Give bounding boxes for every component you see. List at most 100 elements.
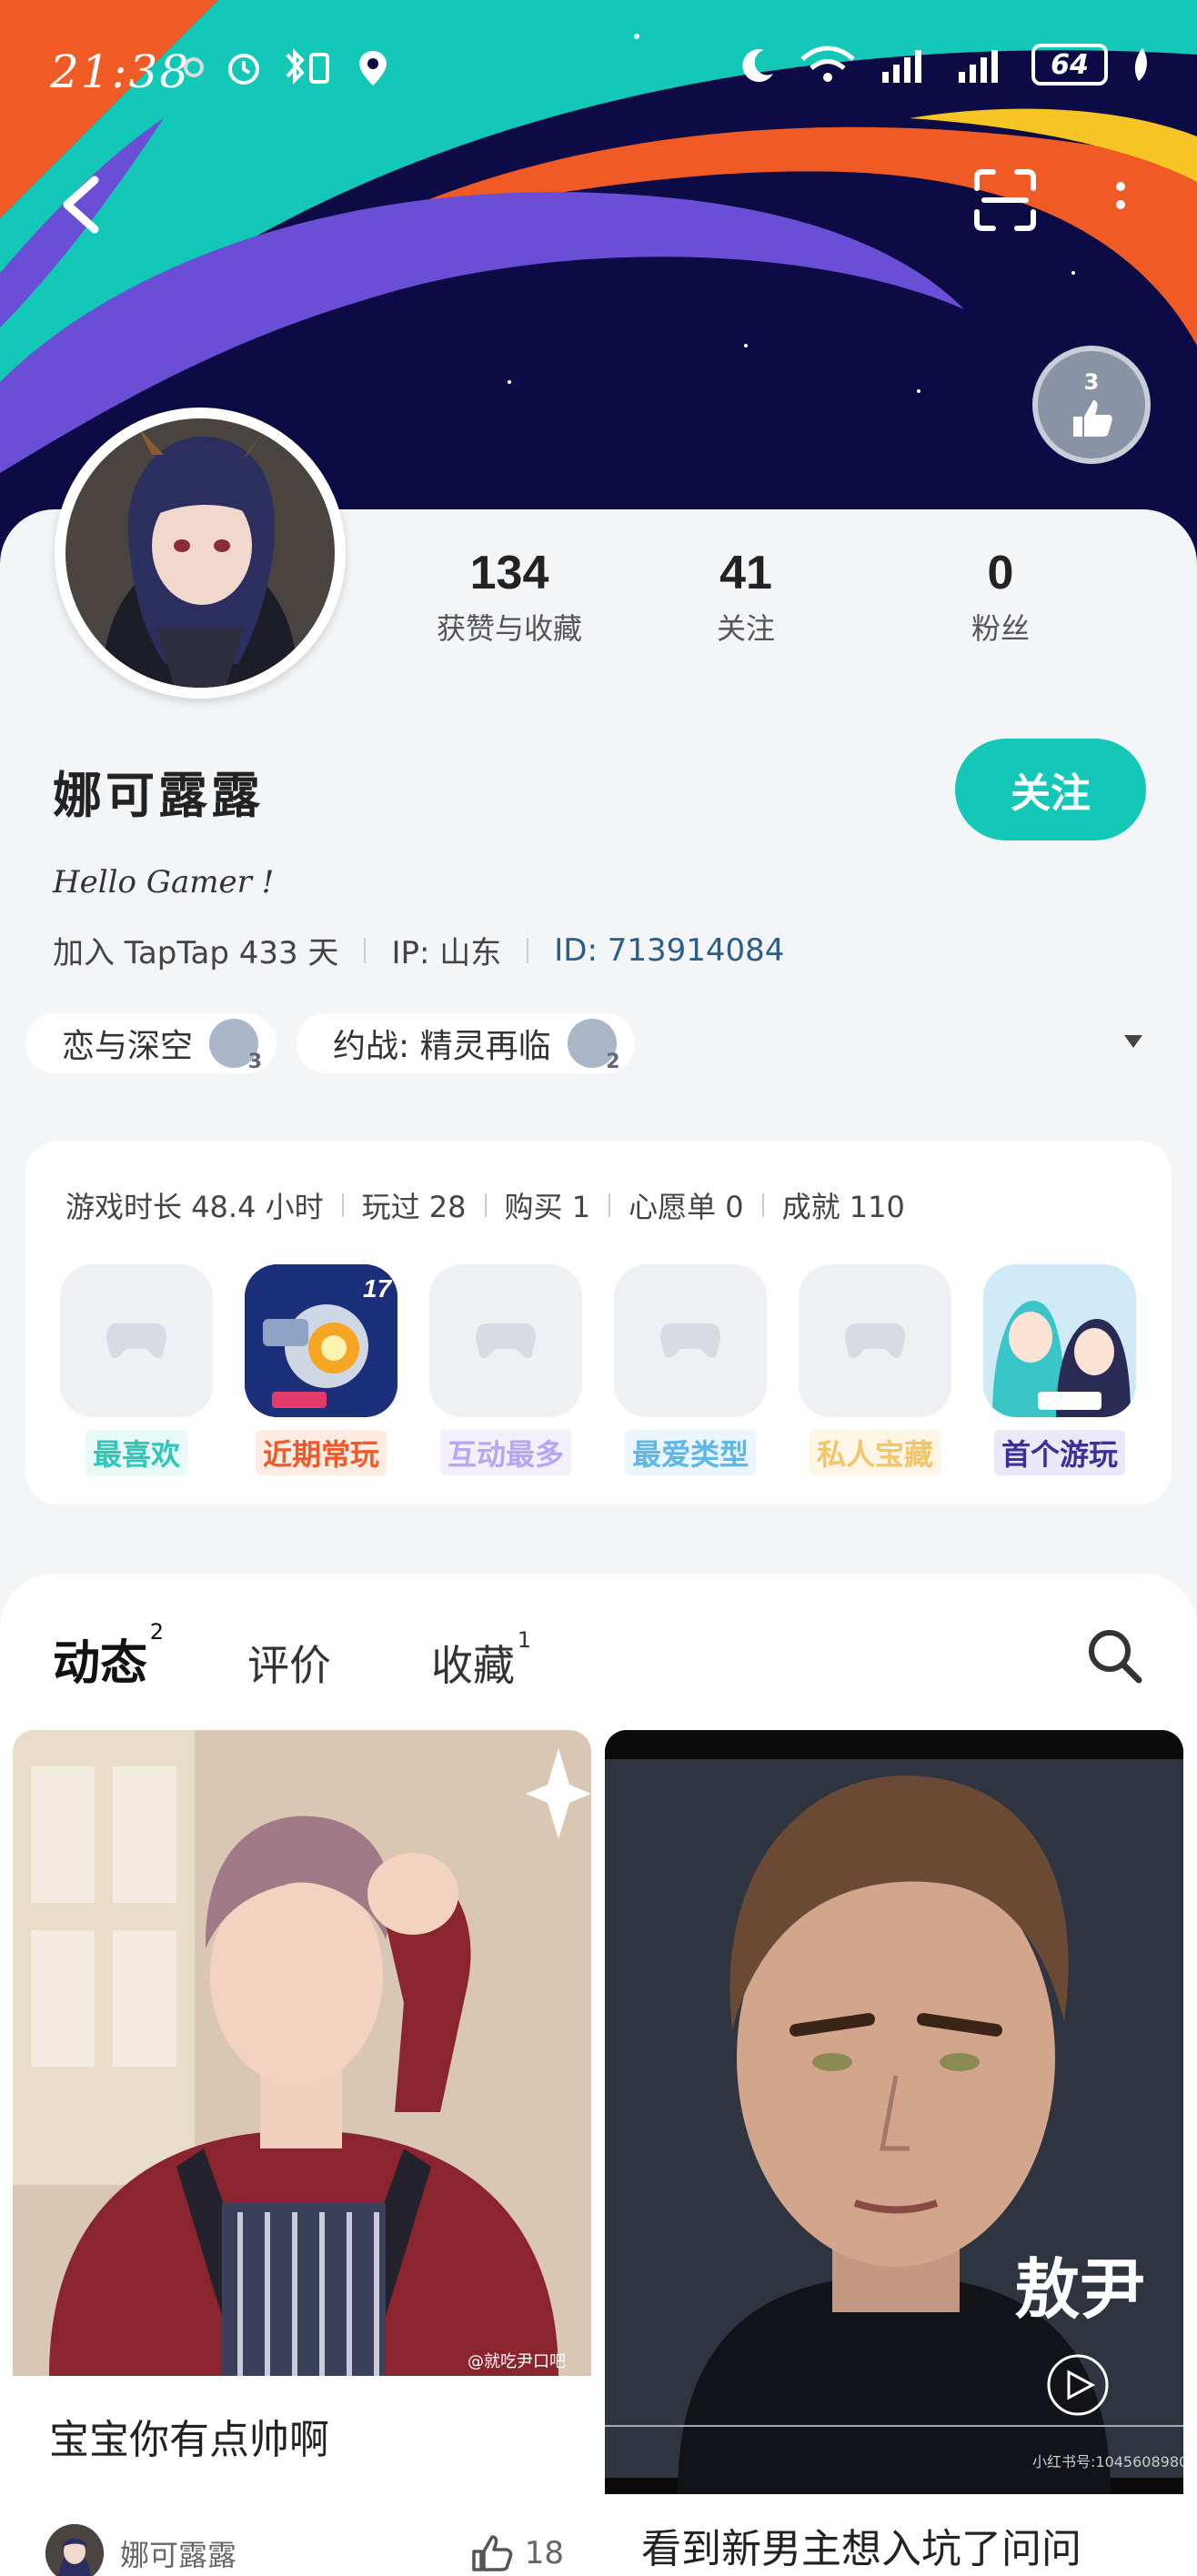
game-stats-row: 游戏时长 48.4 小时 玩过 28 购买 1 心愿单 0 成就 110 bbox=[65, 1184, 905, 1226]
post-watermark: @就吃尹口吧 bbox=[468, 2352, 566, 2371]
game-slot-recent[interactable]: 17 近期常玩 bbox=[245, 1264, 397, 1475]
tab-label: 评价 bbox=[247, 1641, 332, 1690]
wishlist-count: 心愿单 0 bbox=[629, 1190, 744, 1224]
tab-label: 收藏 bbox=[431, 1641, 516, 1690]
svg-text:17: 17 bbox=[363, 1274, 393, 1303]
stat-value: 134 bbox=[469, 547, 549, 599]
back-arrow-icon[interactable] bbox=[55, 173, 109, 236]
game-slot-label: 近期常玩 bbox=[255, 1430, 387, 1475]
feed-tabs: 动态 2 评价 收藏 1 bbox=[53, 1619, 531, 1706]
more-vertical-icon[interactable] bbox=[1110, 177, 1132, 232]
signal-icon bbox=[882, 50, 921, 83]
played-count: 玩过 28 bbox=[361, 1190, 467, 1224]
game-chip[interactable]: 约战: 精灵再临 2 bbox=[297, 1013, 635, 1073]
chip-level: 2 bbox=[606, 1051, 620, 1073]
gamepad-icon bbox=[476, 1323, 536, 1358]
game-cover-first bbox=[983, 1264, 1136, 1417]
gamepad-icon bbox=[660, 1323, 720, 1358]
author-avatar-image bbox=[45, 2524, 104, 2576]
purchased-count: 购买 1 bbox=[504, 1190, 591, 1224]
status-bar: 21:38 64 bbox=[0, 0, 1197, 136]
post-image-art: @就吃尹口吧 bbox=[13, 1730, 591, 2376]
tab-label: 动态 bbox=[53, 1636, 148, 1691]
tab-posts[interactable]: 动态 2 bbox=[53, 1619, 164, 1706]
post-overlay-text: 敖尹 bbox=[1014, 2250, 1145, 2328]
tab-reviews[interactable]: 评价 bbox=[247, 1633, 331, 1693]
stat-label: 粉丝 bbox=[971, 611, 1030, 646]
user-id[interactable]: ID: 713914084 bbox=[554, 932, 784, 969]
gear-icon bbox=[184, 57, 204, 77]
tap-level-icon: 3 bbox=[209, 1019, 262, 1073]
game-slot-label: 首个游玩 bbox=[993, 1430, 1125, 1475]
playtime: 游戏时长 48.4 小时 bbox=[65, 1190, 324, 1224]
game-slot-genre[interactable]: 最爱类型 bbox=[614, 1264, 767, 1475]
like-button[interactable]: 18 bbox=[470, 2533, 564, 2573]
leaf-icon bbox=[1134, 48, 1147, 81]
search-icon[interactable] bbox=[1082, 1624, 1146, 1687]
stat-followers[interactable]: 0 粉丝 bbox=[873, 546, 1128, 648]
post-footer: 娜可露露 18 bbox=[45, 2512, 564, 2576]
game-slot-label: 最爱类型 bbox=[624, 1430, 756, 1475]
profile-page: 21:38 64 3 134 获赞与收藏 41 关注 0 粉丝 娜可露露 关注 … bbox=[0, 0, 1197, 2576]
ip-location: IP: 山东 bbox=[391, 935, 502, 971]
game-slot-first[interactable]: 首个游玩 bbox=[983, 1264, 1136, 1475]
location-icon bbox=[359, 51, 387, 86]
stat-value: 41 bbox=[719, 547, 772, 599]
joined-days: 加入 TapTap 433 天 bbox=[53, 935, 339, 971]
medal-badge[interactable]: 3 bbox=[1032, 346, 1151, 464]
status-icons-right: 64 bbox=[737, 44, 1152, 86]
divider bbox=[527, 937, 529, 963]
game-chips: 恋与深空 3 约战: 精灵再临 2 bbox=[25, 1013, 635, 1073]
stat-likes[interactable]: 134 获赞与收藏 bbox=[400, 546, 619, 648]
follow-button[interactable]: 关注 bbox=[955, 739, 1146, 840]
post-image-art: 敖尹 小红书号:10456089803 bbox=[605, 1730, 1183, 2494]
chip-label: 约战: 精灵再临 bbox=[333, 1028, 551, 1065]
signal-icon-2 bbox=[959, 50, 998, 83]
stat-value: 0 bbox=[987, 547, 1014, 599]
post-title: 看到新男主想入坑了问问 bbox=[641, 2526, 1081, 2572]
wifi-icon bbox=[800, 45, 855, 82]
author-name[interactable]: 娜可露露 bbox=[120, 2532, 236, 2574]
bio: Hello Gamer ! bbox=[53, 864, 275, 901]
status-time: 21:38 bbox=[50, 45, 191, 98]
thumbs-up-icon bbox=[1073, 400, 1112, 437]
status-icons-left bbox=[182, 47, 391, 87]
game-stats-card[interactable]: 游戏时长 48.4 小时 玩过 28 购买 1 心愿单 0 成就 110 最喜欢 bbox=[25, 1141, 1172, 1504]
thumbs-up-icon bbox=[471, 2535, 512, 2571]
stat-following[interactable]: 41 关注 bbox=[619, 546, 873, 648]
divider bbox=[364, 937, 367, 963]
game-chip[interactable]: 恋与深空 3 bbox=[25, 1013, 277, 1073]
game-cover-recent: 17 bbox=[245, 1264, 397, 1417]
tab-favorites[interactable]: 收藏 1 bbox=[431, 1627, 531, 1693]
chip-level: 3 bbox=[247, 1051, 263, 1073]
game-shelf: 最喜欢 17 近期常玩 互动最多 最爱类型 私人宝藏 首个游玩 bbox=[60, 1264, 1136, 1475]
post-card[interactable]: @就吃尹口吧 宝宝你有点帅啊 娜可露露 18 bbox=[13, 1730, 591, 2576]
post-card[interactable]: 敖尹 小红书号:10456089803 看到新男主想入坑了问问 bbox=[605, 1730, 1183, 2576]
game-slot-favorite[interactable]: 最喜欢 bbox=[60, 1264, 213, 1475]
tab-count: 1 bbox=[517, 1627, 532, 1653]
avatar[interactable] bbox=[55, 408, 346, 699]
post-image: @就吃尹口吧 bbox=[13, 1730, 591, 2376]
game-slot-label: 私人宝藏 bbox=[809, 1430, 940, 1475]
tab-count: 2 bbox=[149, 1619, 165, 1645]
game-slot-label: 最喜欢 bbox=[85, 1430, 187, 1475]
gamepad-icon bbox=[106, 1323, 166, 1358]
post-watermark: 小红书号:10456089803 bbox=[1032, 2453, 1183, 2470]
gamepad-icon bbox=[845, 1323, 905, 1358]
game-slot-interaction[interactable]: 互动最多 bbox=[429, 1264, 582, 1475]
achievement-count: 成就 110 bbox=[781, 1190, 905, 1224]
alarm-icon bbox=[228, 54, 259, 85]
stat-label: 获赞与收藏 bbox=[436, 611, 582, 646]
feed-section: 动态 2 评价 收藏 1 @就吃尹口吧 宝宝你有点帅啊 娜可露露 18 敖尹 小… bbox=[0, 1574, 1197, 2576]
chevron-down-icon[interactable] bbox=[1124, 1035, 1142, 1048]
profile-stats: 134 获赞与收藏 41 关注 0 粉丝 bbox=[400, 546, 1146, 648]
author-avatar[interactable] bbox=[45, 2524, 104, 2576]
medal-count: 3 bbox=[1083, 369, 1100, 395]
game-slot-treasure[interactable]: 私人宝藏 bbox=[799, 1264, 951, 1475]
post-title: 宝宝你有点帅啊 bbox=[49, 2417, 329, 2463]
post-image: 敖尹 小红书号:10456089803 bbox=[605, 1730, 1183, 2494]
stat-label: 关注 bbox=[716, 611, 775, 646]
avatar-image bbox=[65, 418, 335, 688]
profile-meta: 加入 TapTap 433 天 IP: 山东 ID: 713914084 bbox=[53, 928, 784, 972]
scan-icon[interactable] bbox=[973, 168, 1037, 232]
